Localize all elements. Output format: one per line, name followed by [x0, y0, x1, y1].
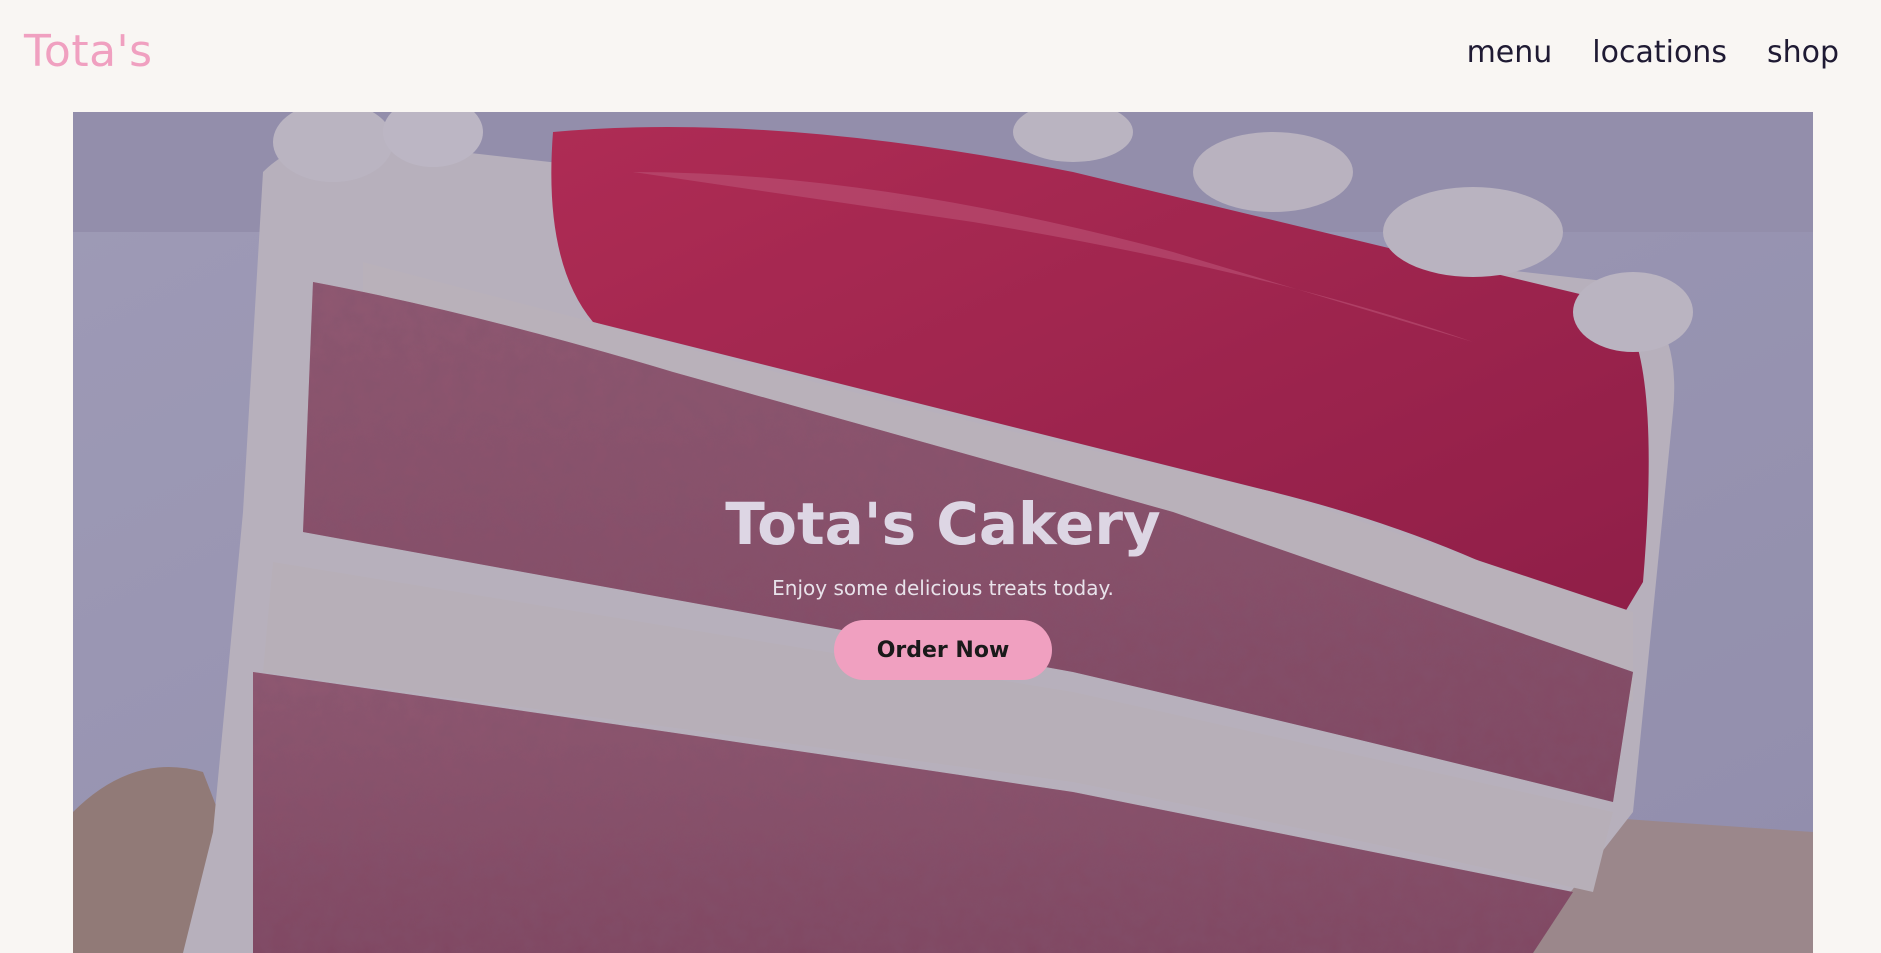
hero-section: Tota's Cakery Enjoy some delicious treat…	[73, 112, 1813, 953]
nav-link-shop[interactable]: shop	[1767, 33, 1839, 73]
site-header: Tota's menu locations shop	[0, 0, 1881, 112]
hero-content: Tota's Cakery Enjoy some delicious treat…	[73, 488, 1813, 680]
logo-link[interactable]: Tota's	[24, 26, 153, 78]
main-nav: menu locations shop	[1467, 33, 1839, 73]
hero-subtitle: Enjoy some delicious treats today.	[772, 576, 1114, 600]
hero-title: Tota's Cakery	[725, 490, 1161, 558]
nav-link-menu[interactable]: menu	[1467, 33, 1553, 73]
order-now-button[interactable]: Order Now	[834, 620, 1052, 680]
nav-link-locations[interactable]: locations	[1592, 33, 1727, 73]
